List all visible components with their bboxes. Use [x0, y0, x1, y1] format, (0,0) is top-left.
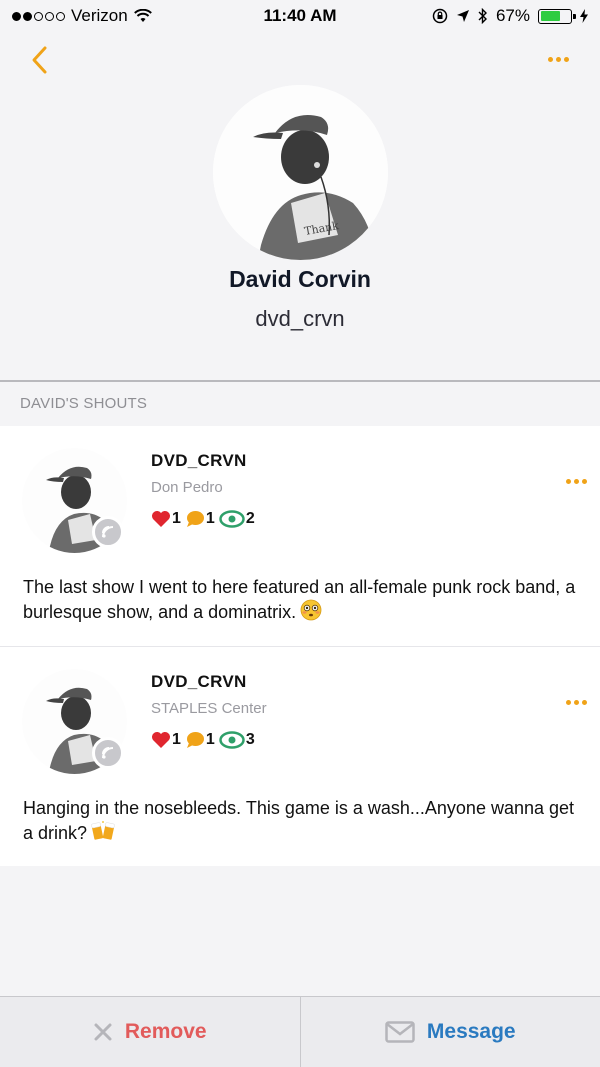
eye-icon — [219, 731, 245, 749]
signal-strength-icon — [12, 11, 65, 21]
bottom-action-bar: Remove Message — [0, 996, 600, 1067]
views-stat[interactable]: 2 — [219, 510, 255, 528]
likes-stat[interactable]: 1 — [151, 731, 181, 749]
remove-label: Remove — [124, 1020, 207, 1043]
orientation-lock-icon — [432, 8, 448, 24]
beer-mugs-icon — [91, 821, 115, 840]
heart-icon — [152, 732, 170, 748]
more-dots-icon — [565, 699, 587, 705]
more-dots-icon — [547, 56, 569, 62]
section-heading: DAVID'S SHOUTS — [20, 395, 148, 412]
battery-icon — [538, 8, 576, 24]
shout-location[interactable]: Don Pedro — [151, 479, 223, 496]
views-stat[interactable]: 3 — [219, 731, 255, 749]
shout-badge-icon — [92, 737, 124, 769]
shout-more-button[interactable] — [558, 691, 594, 713]
heart-icon — [152, 511, 170, 527]
likes-stat[interactable]: 1 — [151, 510, 181, 528]
likes-count: 1 — [172, 731, 181, 748]
location-arrow-icon — [456, 10, 469, 22]
envelope-icon — [385, 1021, 415, 1043]
shout-username[interactable]: DVD_CRVN — [151, 451, 247, 471]
shout-more-button[interactable] — [558, 470, 594, 492]
shout-text: Hanging in the nosebleeds. This game is … — [23, 797, 583, 845]
profile-photo: Thank — [213, 85, 388, 260]
comments-stat[interactable]: 1 — [185, 731, 215, 749]
shout-stats: 1 1 3 — [151, 731, 259, 749]
shout-text: The last show I went to here featured an… — [23, 576, 583, 624]
chevron-left-icon — [32, 46, 47, 74]
eye-icon — [219, 510, 245, 528]
shouts-list: DVD_CRVN Don Pedro 1 1 2 The last show I… — [0, 426, 600, 866]
charging-bolt-icon — [580, 9, 588, 23]
section-divider — [0, 380, 600, 382]
shout-badge-icon — [92, 516, 124, 548]
shout-card[interactable]: DVD_CRVN STAPLES Center 1 1 3 Hanging in… — [0, 646, 600, 866]
shout-stats: 1 1 2 — [151, 510, 259, 528]
comments-count: 1 — [205, 510, 215, 527]
comments-count: 1 — [205, 731, 215, 748]
more-options-button[interactable] — [538, 48, 578, 70]
carrier-name: Verizon — [71, 6, 128, 25]
message-button[interactable]: Message — [299, 997, 600, 1067]
shout-username[interactable]: DVD_CRVN — [151, 672, 247, 692]
comment-bubble-icon — [186, 511, 204, 527]
views-count: 3 — [245, 731, 255, 748]
bluetooth-icon — [478, 8, 487, 24]
close-icon — [94, 1023, 112, 1041]
back-button[interactable] — [22, 40, 56, 80]
remove-button[interactable]: Remove — [0, 997, 300, 1067]
message-label: Message — [426, 1020, 516, 1043]
likes-count: 1 — [172, 510, 181, 527]
comment-bubble-icon — [186, 732, 204, 748]
wifi-icon — [133, 9, 152, 22]
shout-body: The last show I went to here featured an… — [23, 577, 576, 622]
battery-percent: 67% — [495, 6, 530, 25]
comments-stat[interactable]: 1 — [185, 510, 215, 528]
shout-location[interactable]: STAPLES Center — [151, 700, 267, 717]
more-dots-icon — [565, 478, 587, 484]
flushed-face-icon — [300, 599, 322, 621]
status-bar: Verizon 11:40 AM 67% — [0, 0, 600, 32]
profile-name: David Corvin — [229, 266, 371, 292]
views-count: 2 — [245, 510, 255, 527]
profile-handle: dvd_crvn — [255, 306, 345, 331]
shout-card[interactable]: DVD_CRVN Don Pedro 1 1 2 The last show I… — [0, 426, 600, 646]
